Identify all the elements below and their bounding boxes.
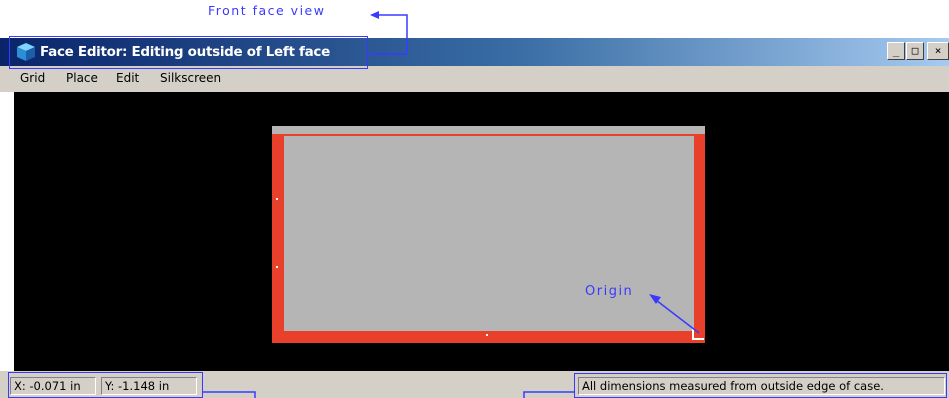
- menu-grid[interactable]: Grid: [20, 71, 45, 85]
- menu-silkscreen[interactable]: Silkscreen: [160, 71, 221, 85]
- title-annotation-frame: [9, 36, 368, 69]
- menu-edit[interactable]: Edit: [116, 71, 139, 85]
- message-annotation-frame: [574, 373, 947, 398]
- front-face-view-arrowhead: [370, 11, 379, 19]
- face-surface[interactable]: [284, 136, 694, 331]
- origin-marker: [692, 328, 704, 340]
- edge-tick: [486, 334, 488, 336]
- front-face-view-annotation: Front face view: [208, 3, 326, 18]
- menu-place[interactable]: Place: [66, 71, 98, 85]
- edge-tick: [276, 266, 278, 268]
- coordinates-annotation-frame: [8, 372, 203, 398]
- origin-annotation: Origin: [585, 284, 634, 299]
- menu-bar: [0, 66, 949, 92]
- face-top-edge: [272, 126, 705, 134]
- minimize-button[interactable]: _: [887, 42, 905, 60]
- maximize-button[interactable]: □: [906, 42, 924, 60]
- close-button[interactable]: ×: [927, 42, 949, 60]
- edge-tick: [276, 198, 278, 200]
